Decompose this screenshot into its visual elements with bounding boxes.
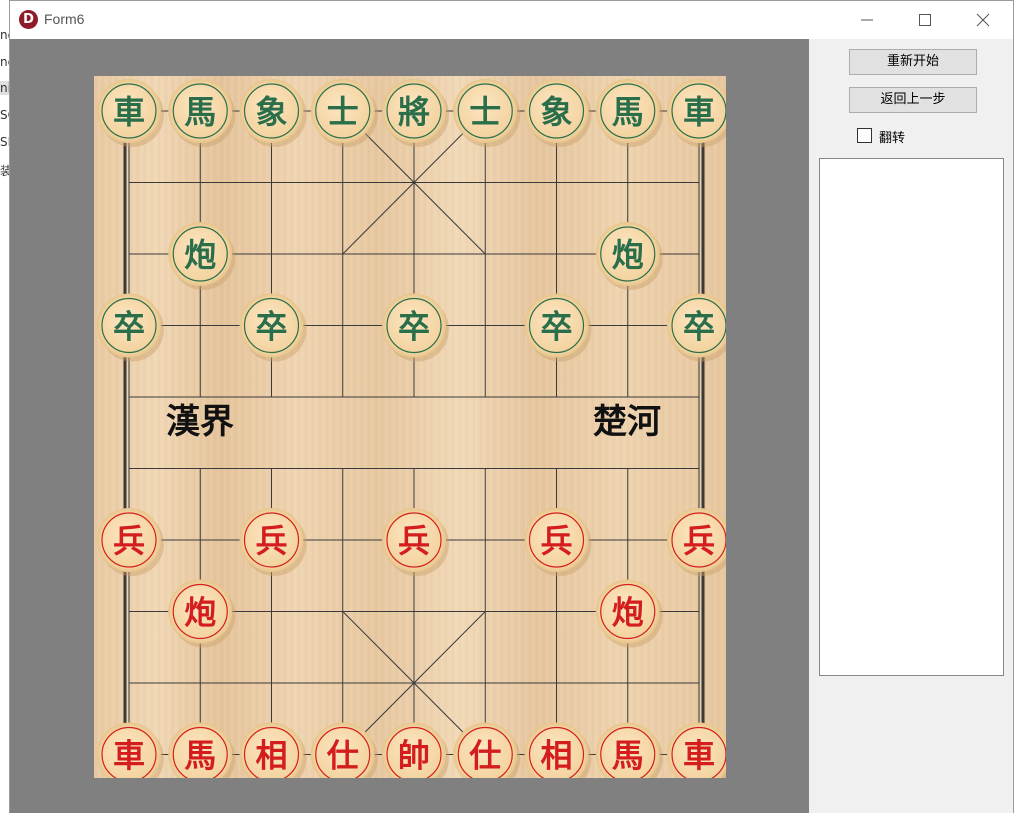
background-text: ni	[0, 81, 9, 95]
app-window: D Form6 漢界 楚河 車 馬 象 士 將 士 象 馬 車 炮 炮 卒 卒 …	[9, 0, 1014, 813]
background-text: ne	[0, 28, 9, 42]
flip-checkbox-label: 翻转	[879, 131, 906, 146]
maximize-button[interactable]	[896, 1, 954, 39]
piece-label: 馬	[612, 737, 644, 775]
xiangqi-board[interactable]: 漢界 楚河 車馬象士將士象馬車炮 炮卒卒卒卒卒兵兵兵兵兵炮 炮車馬相仕帥仕相馬車	[94, 76, 726, 778]
close-button[interactable]	[954, 1, 1012, 39]
piece-label: 馬	[612, 93, 644, 131]
piece-label: 兵	[113, 522, 145, 560]
piece-label: 卒	[398, 308, 430, 346]
piece-label: 卒	[113, 308, 145, 346]
piece-label: 車	[113, 737, 145, 775]
move-history-list[interactable]	[819, 158, 1004, 676]
piece-label: 士	[327, 93, 359, 131]
piece-label: 炮	[612, 236, 644, 274]
piece-label: 炮	[612, 594, 644, 632]
piece-label: 兵	[683, 522, 715, 560]
minimize-button[interactable]	[838, 1, 896, 39]
piece-label: 仕	[327, 737, 359, 775]
undo-button[interactable]: 返回上一步	[849, 87, 977, 113]
piece-label: 車	[113, 93, 145, 131]
background-text: SC	[0, 108, 9, 122]
piece-label: 將	[398, 93, 430, 131]
piece-label: 相	[540, 737, 572, 775]
piece-label: 炮	[184, 594, 216, 632]
piece-label: 炮	[184, 236, 216, 274]
close-icon	[976, 13, 990, 26]
restart-button[interactable]: 重新开始	[849, 49, 977, 75]
background-window-edge: ne ne ni SC SP 装	[0, 0, 9, 822]
piece-label: 馬	[184, 93, 216, 131]
app-icon: D	[19, 10, 38, 29]
piece-label: 車	[683, 93, 715, 131]
title-bar[interactable]: D Form6	[10, 1, 1013, 39]
side-panel: 重新开始 返回上一步 翻转	[809, 39, 1013, 813]
piece-label: 士	[469, 93, 501, 131]
background-text: SP	[0, 135, 9, 149]
piece-label: 兵	[398, 522, 430, 560]
piece-label: 卒	[255, 308, 287, 346]
background-text: 装	[0, 164, 9, 178]
piece-label: 兵	[540, 522, 572, 560]
board-area: 漢界 楚河 車馬象士將士象馬車炮炮卒卒卒卒卒兵兵兵兵兵炮炮車馬相仕帥仕相馬車	[10, 39, 809, 813]
river-text-left: 漢界	[166, 402, 234, 442]
piece-label: 帥	[398, 737, 430, 775]
background-text: ne	[0, 55, 9, 69]
piece-label: 卒	[683, 308, 715, 346]
maximize-icon	[919, 13, 931, 26]
piece-label: 馬	[184, 737, 216, 775]
piece-label: 相	[255, 737, 287, 775]
piece-label: 象	[540, 93, 572, 131]
river-text-right: 楚河	[593, 402, 661, 442]
piece-label: 卒	[540, 308, 572, 346]
flip-checkbox[interactable]	[857, 128, 872, 143]
piece-label: 車	[683, 737, 715, 775]
piece-label: 兵	[255, 522, 287, 560]
piece-label: 象	[255, 93, 287, 131]
piece-label: 仕	[469, 737, 501, 775]
minimize-icon	[861, 19, 873, 20]
window-title: Form6	[44, 11, 85, 27]
